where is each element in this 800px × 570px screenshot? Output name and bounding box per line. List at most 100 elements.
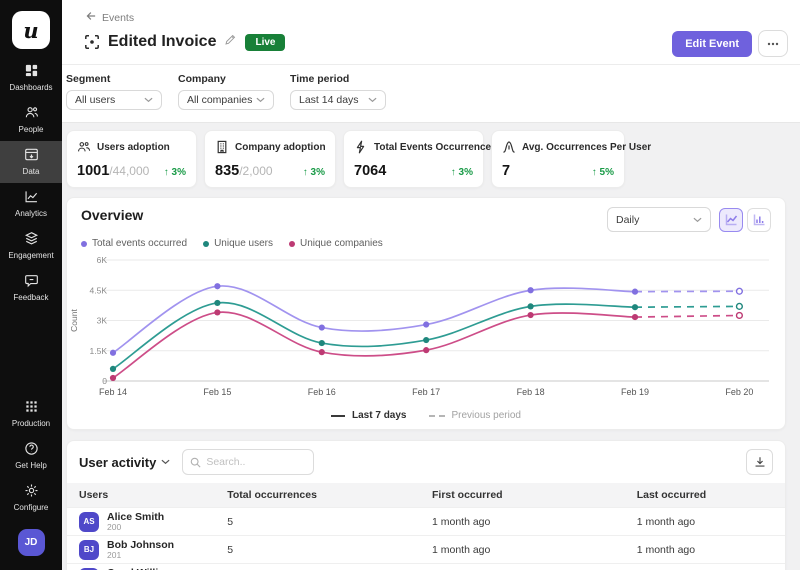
sidebar-item-configure[interactable]: Configure xyxy=(0,477,62,519)
chevron-down-icon xyxy=(693,217,702,223)
back-label: Events xyxy=(102,12,134,24)
data-icon xyxy=(24,147,39,164)
legend-current-period: Last 7 days xyxy=(331,410,406,421)
user-id: 200 xyxy=(107,523,164,532)
granularity-value: Daily xyxy=(616,214,639,226)
overview-title: Overview xyxy=(81,207,143,223)
status-badge: Live xyxy=(245,34,285,51)
svg-text:4.5K: 4.5K xyxy=(90,285,108,295)
bar-chart-toggle[interactable] xyxy=(747,208,771,232)
time-period-select-value: Last 14 days xyxy=(299,94,359,106)
user-activity-card: User activity Users Total occurrences Fi… xyxy=(66,440,786,570)
stat-value: 7064 xyxy=(354,163,386,179)
svg-text:3K: 3K xyxy=(97,316,108,326)
user-activity-title: User activity xyxy=(79,455,156,470)
legend-dot xyxy=(289,241,295,247)
sidebar-item-label: Configure xyxy=(14,503,49,512)
legend-dot xyxy=(81,241,87,247)
table-row[interactable]: CW Carol Williams202 5 1 month ago 1 mon… xyxy=(67,563,785,570)
line-chart: 01.5K3K4.5K6KCountFeb 14Feb 15Feb 16Feb … xyxy=(67,253,785,408)
user-id: 201 xyxy=(107,551,174,560)
legend-item: Unique companies xyxy=(289,238,383,249)
svg-text:Feb 18: Feb 18 xyxy=(517,387,545,397)
sidebar-item-label: Analytics xyxy=(15,209,47,218)
time-period-filter-label: Time period xyxy=(290,73,386,85)
stat-card-total-events: Total Events Occurrence 7064 ↑ 3% xyxy=(343,130,484,188)
sidebar-item-label: Production xyxy=(12,419,50,428)
column-header-total-occurrences: Total occurrences xyxy=(227,489,432,501)
sidebar-item-production[interactable]: Production xyxy=(0,393,62,435)
sidebar-item-data[interactable]: Data xyxy=(0,141,62,183)
svg-text:Feb 17: Feb 17 xyxy=(412,387,440,397)
company-select-value: All companies xyxy=(187,94,252,106)
back-to-events[interactable]: Events xyxy=(84,10,786,25)
sidebar-bottom-nav: Production Get Help Configure xyxy=(0,393,62,519)
line-chart-toggle[interactable] xyxy=(719,208,743,232)
stat-delta: ↑ 3% xyxy=(437,167,473,178)
stat-denominator: /2,000 xyxy=(239,164,272,178)
company-select[interactable]: All companies xyxy=(178,90,274,110)
download-button[interactable] xyxy=(746,449,773,475)
user-activity-selector[interactable]: User activity xyxy=(79,455,170,470)
stat-label: Users adoption xyxy=(97,142,170,153)
svg-text:Feb 16: Feb 16 xyxy=(308,387,336,397)
edit-event-button[interactable]: Edit Event xyxy=(672,31,752,57)
gear-icon xyxy=(24,483,39,500)
sidebar-item-dashboards[interactable]: Dashboards xyxy=(0,57,62,99)
sidebar: u Dashboards People Data Analytics Engag… xyxy=(0,0,62,570)
chart-canvas: 01.5K3K4.5K6KCountFeb 14Feb 15Feb 16Feb … xyxy=(67,253,785,403)
stat-label: Avg. Occurrences Per User xyxy=(522,142,651,153)
ellipsis-icon xyxy=(767,42,779,46)
sidebar-item-engagement[interactable]: Engagement xyxy=(0,225,62,267)
stats-row: Users adoption 1001/44,000 ↑ 3% Company … xyxy=(66,130,786,188)
sidebar-item-people[interactable]: People xyxy=(0,99,62,141)
building-icon xyxy=(215,140,229,154)
arrow-up-icon: ↑ xyxy=(303,167,308,178)
table-row[interactable]: AS Alice Smith200 5 1 month ago 1 month … xyxy=(67,507,785,535)
overview-card: Overview Daily Total events occurred Uni… xyxy=(66,197,786,430)
solid-line-swatch xyxy=(331,415,345,417)
svg-text:Feb 14: Feb 14 xyxy=(99,387,127,397)
segment-select[interactable]: All users xyxy=(66,90,162,110)
stat-value: 1001 xyxy=(77,163,109,179)
chart-legend: Total events occurred Unique users Uniqu… xyxy=(67,232,785,251)
sidebar-item-feedback[interactable]: Feedback xyxy=(0,267,62,309)
arrow-up-icon: ↑ xyxy=(451,167,456,178)
page-header: Events Edited Invoice Live Edit Event xyxy=(62,0,800,64)
line-chart-icon xyxy=(725,213,738,226)
chevron-down-icon xyxy=(161,459,170,465)
cell-occurrences: 5 xyxy=(227,516,432,528)
sidebar-item-label: Data xyxy=(23,167,40,176)
user-activity-table: Users Total occurrences First occurred L… xyxy=(67,483,785,570)
sidebar-nav: Dashboards People Data Analytics Engagem… xyxy=(0,57,62,309)
edit-title-icon[interactable] xyxy=(224,33,237,51)
arrow-up-icon: ↑ xyxy=(592,167,597,178)
search-input[interactable] xyxy=(206,456,306,468)
sidebar-item-label: Engagement xyxy=(8,251,53,260)
bar-chart-icon xyxy=(753,213,766,226)
svg-text:6K: 6K xyxy=(97,255,108,265)
granularity-select[interactable]: Daily xyxy=(607,207,711,232)
sidebar-item-label: Feedback xyxy=(13,293,48,302)
chevron-down-icon xyxy=(256,97,265,103)
app-logo[interactable]: u xyxy=(12,11,50,49)
cell-last-occurred: 1 month ago xyxy=(637,544,785,556)
column-header-last-occurred: Last occurred xyxy=(637,489,785,501)
stat-card-avg-occurrences: Avg. Occurrences Per User 7 ↑ 5% xyxy=(491,130,625,188)
period-legend: Last 7 days Previous period xyxy=(67,408,785,425)
legend-previous-period: Previous period xyxy=(429,410,521,421)
company-filter-label: Company xyxy=(178,73,274,85)
time-period-select[interactable]: Last 14 days xyxy=(290,90,386,110)
sidebar-item-label: Get Help xyxy=(15,461,47,470)
user-avatar[interactable]: JD xyxy=(18,529,45,556)
sidebar-item-get-help[interactable]: Get Help xyxy=(0,435,62,477)
dashed-line-swatch xyxy=(429,415,445,417)
table-row[interactable]: BJ Bob Johnson201 5 1 month ago 1 month … xyxy=(67,535,785,563)
more-options-button[interactable] xyxy=(758,30,788,57)
event-target-icon xyxy=(84,34,100,50)
stat-label: Company adoption xyxy=(235,142,326,153)
layers-icon xyxy=(24,231,39,248)
download-icon xyxy=(754,456,766,468)
sidebar-item-analytics[interactable]: Analytics xyxy=(0,183,62,225)
column-header-users: Users xyxy=(79,489,227,501)
